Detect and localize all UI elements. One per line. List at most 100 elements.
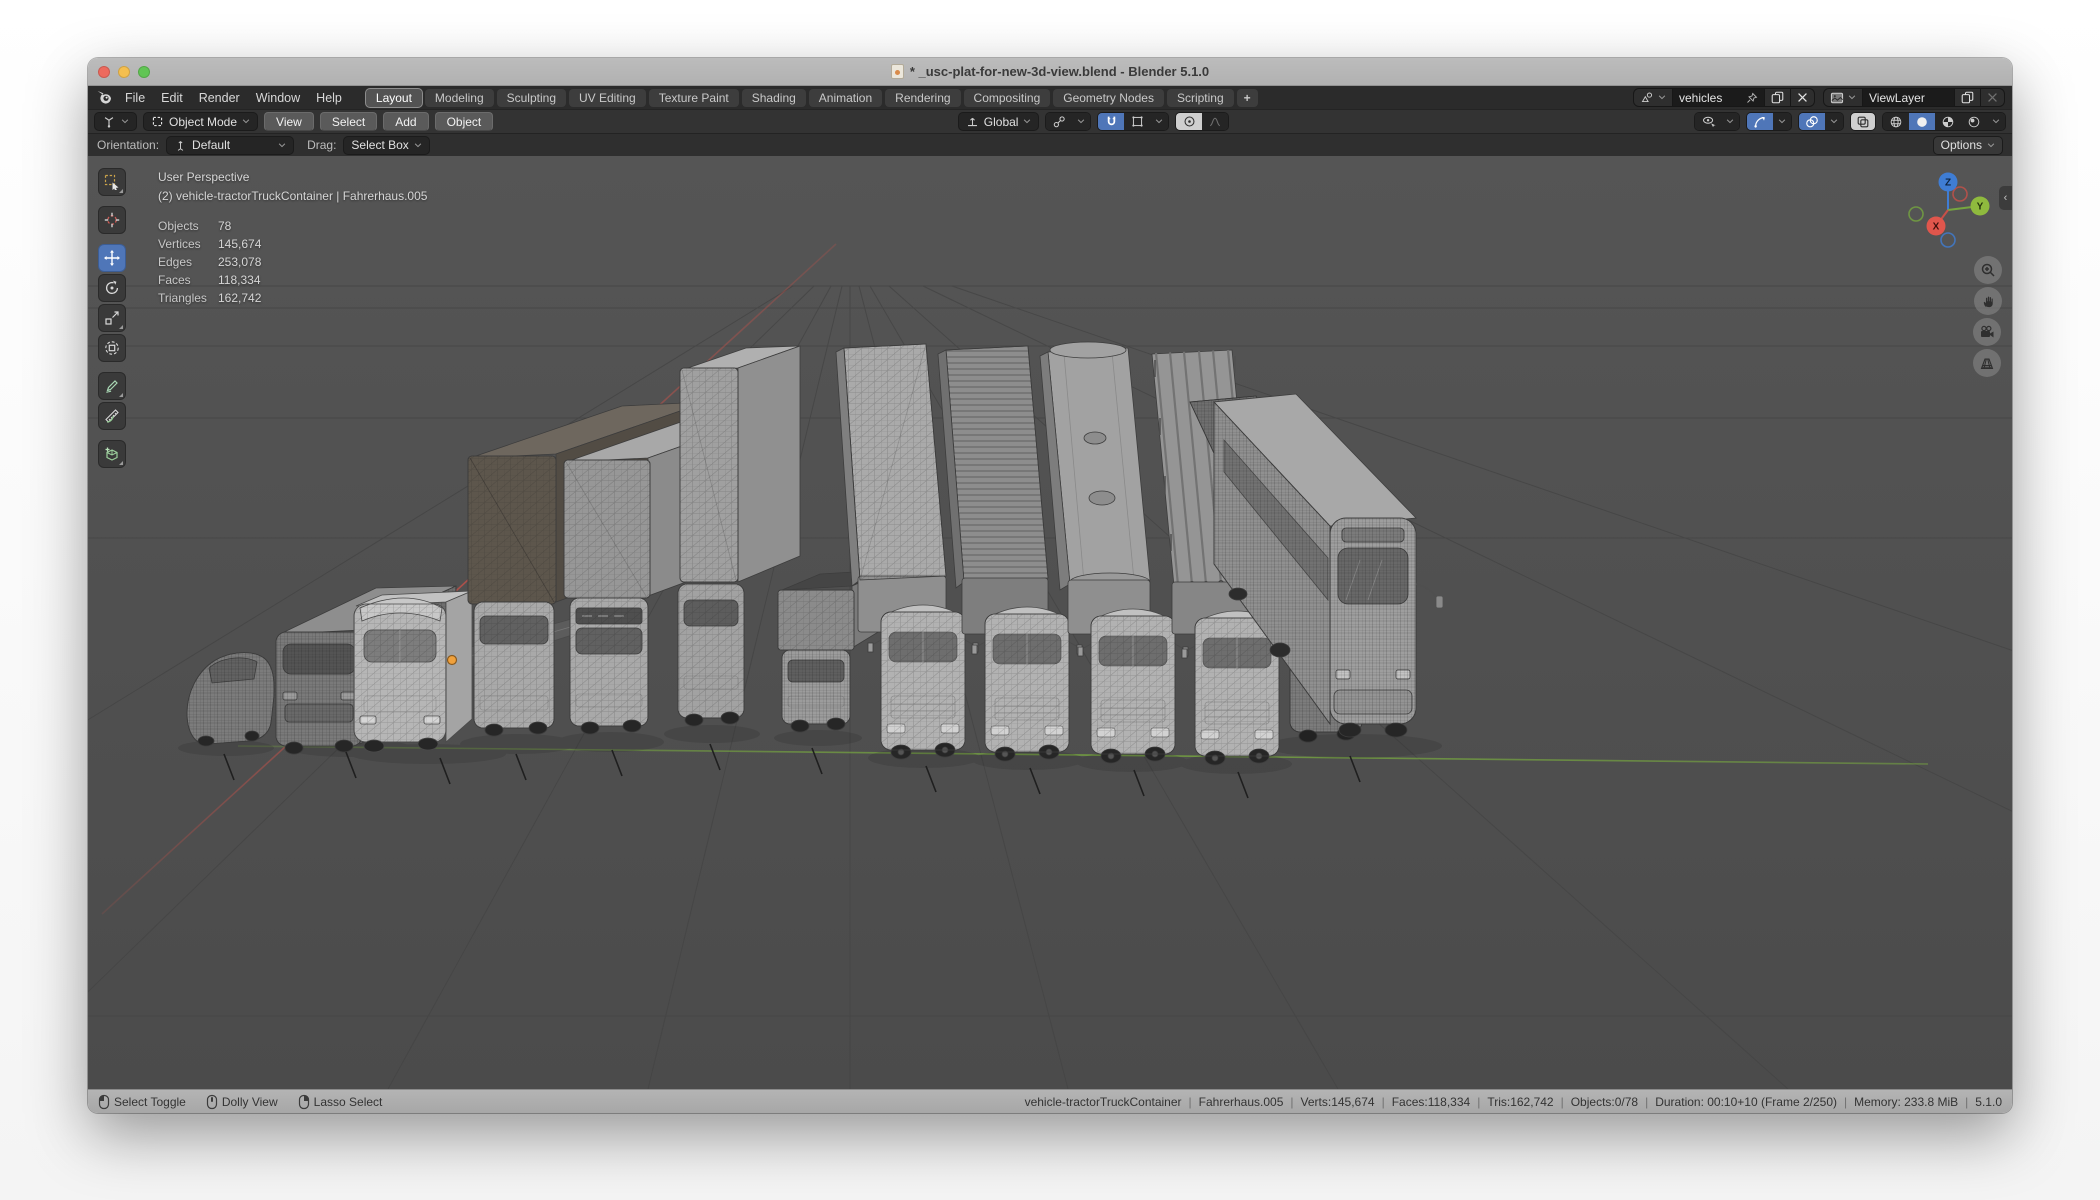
blender-window: * _usc-plat-for-new-3d-view.blend - Blen… [88, 58, 2012, 1113]
snap-settings-dropdown[interactable] [1124, 113, 1150, 130]
shading-dropdown[interactable] [1987, 113, 2005, 130]
copy-icon [1961, 91, 1974, 104]
proportional-editing-icon [1183, 115, 1196, 128]
tab-modeling[interactable]: Modeling [425, 89, 494, 107]
tab-texture-paint[interactable]: Texture Paint [649, 89, 739, 107]
tool-measure[interactable] [98, 402, 126, 430]
status-bar: Select Toggle Dolly View Lasso Select ve… [88, 1089, 2012, 1113]
shading-material-button[interactable] [1935, 113, 1961, 130]
tool-shelf [98, 168, 126, 468]
tool-transform[interactable] [98, 334, 126, 362]
zoom-window-button[interactable] [138, 66, 150, 78]
camera-view-button[interactable] [1973, 318, 2001, 346]
tool-rotate[interactable] [98, 274, 126, 302]
tab-uv-editing[interactable]: UV Editing [569, 89, 646, 107]
shading-rendered-button[interactable] [1961, 113, 1987, 130]
chevron-down-icon[interactable] [1150, 113, 1168, 130]
sidebar-collapse-arrow[interactable]: ‹ [1999, 186, 2012, 210]
menu-help[interactable]: Help [308, 90, 350, 106]
gizmo-icon [1753, 115, 1767, 129]
pin-icon[interactable] [1746, 92, 1758, 104]
view-layer-name-field[interactable]: ViewLayer [1863, 89, 1955, 106]
chevron-down-icon [242, 119, 250, 124]
shading-wireframe-button[interactable] [1883, 113, 1909, 130]
drag-label: Drag: [307, 138, 336, 152]
transform-snap-cluster: Global [958, 112, 1230, 131]
menu-render[interactable]: Render [191, 90, 248, 106]
show-gizmos-toggle[interactable] [1747, 113, 1773, 130]
select-menu-button[interactable]: Select [320, 112, 377, 131]
selected-origin-dot [448, 656, 457, 665]
xray-toggle[interactable] [1850, 112, 1876, 131]
active-object-label: (2) vehicle-tractorTruckContainer | Fahr… [158, 189, 427, 203]
tab-shading[interactable]: Shading [742, 89, 806, 107]
scene-browse-button[interactable] [1634, 89, 1673, 106]
viewport-text-overlay: User Perspective (2) vehicle-tractorTruc… [158, 170, 427, 307]
pan-view-button[interactable] [1974, 287, 2002, 315]
overlays-dropdown[interactable] [1825, 113, 1843, 130]
status-tris: Tris:162,742 [1487, 1095, 1570, 1109]
menu-edit[interactable]: Edit [153, 90, 191, 106]
title-bar[interactable]: * _usc-plat-for-new-3d-view.blend - Blen… [88, 58, 2012, 86]
transform-orientation-label: Global [984, 115, 1019, 129]
editor-type-selector[interactable] [94, 112, 137, 131]
drag-dropdown[interactable]: Select Box [343, 136, 429, 155]
view-menu-button[interactable]: View [264, 112, 314, 131]
scene-unlink-button[interactable] [1791, 89, 1814, 106]
tool-scale[interactable] [98, 304, 126, 332]
add-workspace-button[interactable]: + [1237, 89, 1258, 107]
mouse-left-icon [98, 1094, 110, 1110]
view-layer-remove-button[interactable] [1981, 89, 2004, 106]
tool-select-box[interactable] [98, 168, 126, 196]
tab-sculpting[interactable]: Sculpting [497, 89, 566, 107]
tool-annotate[interactable] [98, 372, 126, 400]
tool-move[interactable] [98, 244, 126, 272]
tool-cursor[interactable] [98, 206, 126, 234]
show-overlays-toggle[interactable] [1799, 113, 1825, 130]
view-layer-new-button[interactable] [1955, 89, 1981, 106]
display-cluster [1694, 112, 2006, 131]
close-window-button[interactable] [98, 66, 110, 78]
scene-new-button[interactable] [1765, 89, 1791, 106]
pivot-point-dropdown[interactable] [1045, 112, 1091, 131]
tab-rendering[interactable]: Rendering [885, 89, 960, 107]
editor-3d-viewport-icon [102, 115, 116, 129]
toggle-perspective-button[interactable] [1973, 349, 2001, 377]
tab-animation[interactable]: Animation [809, 89, 882, 107]
material-sphere-icon [1941, 115, 1955, 129]
tab-scripting[interactable]: Scripting [1167, 89, 1234, 107]
menu-window[interactable]: Window [248, 90, 308, 106]
gizmos-dropdown[interactable] [1773, 113, 1791, 130]
transform-orientation-dropdown[interactable]: Global [958, 112, 1040, 131]
tab-layout[interactable]: Layout [366, 89, 422, 107]
blender-logo-icon[interactable] [95, 90, 113, 106]
proportional-falloff-dropdown[interactable] [1202, 113, 1228, 130]
viewport-3d[interactable]: User Perspective (2) vehicle-tractorTruc… [88, 156, 2012, 1089]
orientation-dropdown[interactable]: Default [166, 136, 294, 155]
axis-y-label: Y [1977, 202, 1984, 213]
tool-add-cube[interactable] [98, 440, 126, 468]
options-dropdown[interactable]: Options [1933, 136, 2003, 155]
tab-compositing[interactable]: Compositing [964, 89, 1051, 107]
shading-solid-button[interactable] [1909, 113, 1935, 130]
scene-icon [1640, 91, 1654, 104]
navigation-gizmo[interactable]: Z Y X [1906, 164, 2006, 256]
axis-neg-z-handle[interactable] [1941, 233, 1955, 247]
object-menu-button[interactable]: Object [435, 112, 494, 131]
zoom-view-button[interactable] [1974, 256, 2002, 284]
scene-name-field[interactable]: vehicles [1673, 89, 1765, 106]
stat-label: Objects [158, 219, 218, 233]
axis-neg-x-handle[interactable] [1953, 187, 1967, 201]
snap-toggle-button[interactable] [1098, 113, 1124, 130]
minimize-window-button[interactable] [118, 66, 130, 78]
view-layer-browse-button[interactable] [1824, 89, 1863, 106]
chevron-down-icon [414, 143, 422, 148]
mode-dropdown[interactable]: Object Mode [143, 112, 258, 131]
add-menu-button[interactable]: Add [383, 112, 428, 131]
status-objects: Objects:0/78 [1571, 1095, 1656, 1109]
show-object-types-dropdown[interactable] [1694, 112, 1740, 131]
proportional-editing-toggle[interactable] [1176, 113, 1202, 130]
tab-geometry-nodes[interactable]: Geometry Nodes [1053, 89, 1164, 107]
menu-file[interactable]: File [117, 90, 153, 106]
axis-neg-y-handle[interactable] [1909, 207, 1923, 221]
